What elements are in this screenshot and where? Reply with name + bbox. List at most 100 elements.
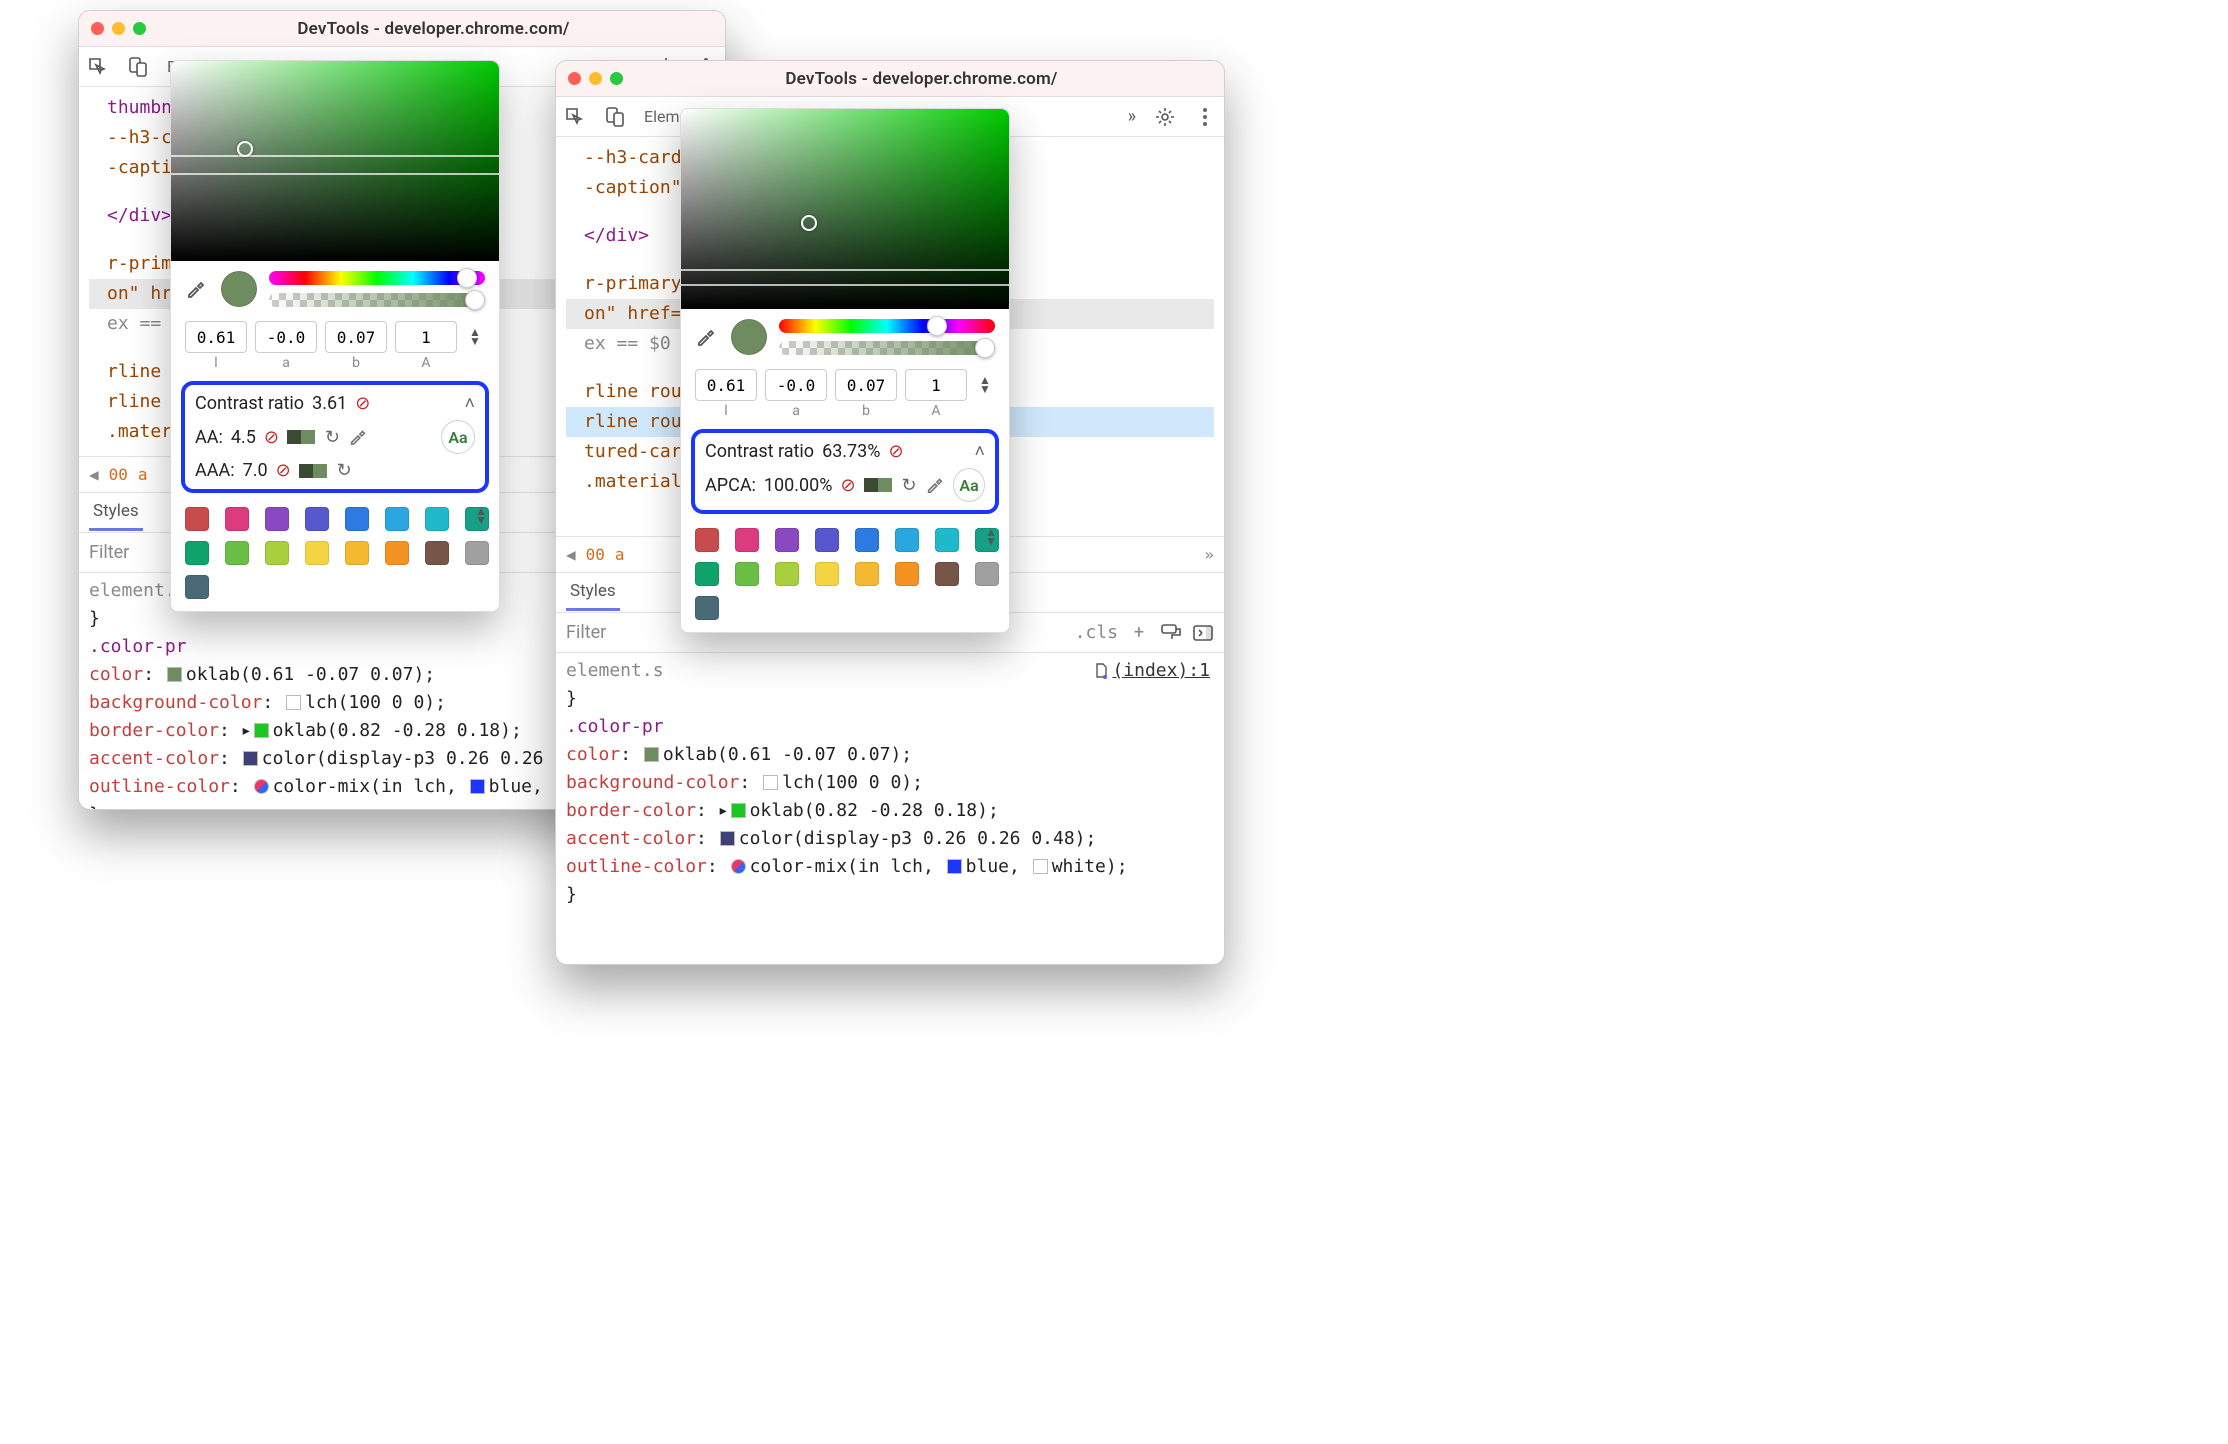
refresh-icon[interactable]: ↻	[325, 427, 340, 448]
css-rules[interactable]: element.s (index):1 } .color-pr color: o…	[556, 653, 1224, 913]
window-minimize-icon[interactable]	[589, 72, 602, 85]
palette-swatch[interactable]	[775, 562, 799, 586]
hue-slider[interactable]	[269, 271, 485, 285]
saturation-cursor[interactable]	[237, 141, 253, 157]
eyedropper-icon[interactable]	[185, 277, 209, 301]
window-close-icon[interactable]	[91, 22, 104, 35]
format-stepper[interactable]: ▲▼	[469, 328, 485, 346]
window-minimize-icon[interactable]	[112, 22, 125, 35]
eyedropper-icon[interactable]	[695, 325, 719, 349]
channel-alpha-input[interactable]	[395, 321, 457, 353]
channel-l-input[interactable]	[695, 369, 757, 401]
eyedropper-icon[interactable]	[925, 474, 946, 496]
swatch-icon[interactable]	[731, 859, 746, 874]
swatch-icon[interactable]	[254, 723, 269, 738]
source-link[interactable]: (index):1	[1094, 657, 1210, 685]
swatch-icon[interactable]	[1033, 859, 1048, 874]
panel-side-icon[interactable]	[1192, 622, 1214, 644]
saturation-field[interactable]	[171, 61, 499, 261]
current-color-swatch[interactable]	[221, 271, 257, 307]
swatch-icon[interactable]	[763, 775, 778, 790]
channel-l-input[interactable]	[185, 321, 247, 353]
swatch-pair-icon[interactable]	[864, 478, 892, 492]
palette-swatch[interactable]	[385, 507, 409, 531]
palette-swatch[interactable]	[695, 562, 719, 586]
window-zoom-icon[interactable]	[133, 22, 146, 35]
crumb-item[interactable]: a	[615, 545, 625, 564]
swatch-icon[interactable]	[254, 779, 269, 794]
palette-swatch[interactable]	[265, 507, 289, 531]
color-picker-popover[interactable]: ▲▼ l a b A Contrast ratio 3.61 ⊘ ˄ AA: 4…	[170, 60, 500, 612]
swatch-pair-icon[interactable]	[299, 464, 327, 478]
collapse-icon[interactable]: ˄	[974, 441, 985, 462]
palette-swatch[interactable]	[185, 507, 209, 531]
palette-swatch[interactable]	[185, 575, 209, 599]
palette-swatch[interactable]	[775, 528, 799, 552]
swatch-icon[interactable]	[470, 779, 485, 794]
crumb-prev-icon[interactable]: ◀	[89, 465, 99, 484]
filter-input[interactable]: Filter	[89, 542, 129, 563]
hue-slider[interactable]	[779, 319, 995, 333]
add-rule-icon[interactable]: +	[1128, 622, 1150, 644]
collapse-icon[interactable]: ˄	[464, 393, 475, 414]
channel-b-input[interactable]	[325, 321, 387, 353]
device-toggle-icon[interactable]	[127, 56, 149, 78]
color-picker-popover[interactable]: ▲▼ l a b A Contrast ratio 63.73% ⊘ ˄ APC…	[680, 108, 1010, 633]
refresh-icon[interactable]: ↻	[902, 475, 917, 496]
palette-stepper[interactable]: ▲▼	[475, 507, 487, 525]
palette-swatch[interactable]	[695, 528, 719, 552]
palette-stepper[interactable]: ▲▼	[985, 528, 997, 546]
swatch-icon[interactable]	[286, 695, 301, 710]
palette-swatch[interactable]	[935, 562, 959, 586]
palette-swatch[interactable]	[225, 507, 249, 531]
palette-swatch[interactable]	[225, 541, 249, 565]
palette-swatch[interactable]	[305, 541, 329, 565]
crumb-item[interactable]: a	[138, 465, 148, 484]
channel-a-input[interactable]	[765, 369, 827, 401]
swatch-icon[interactable]	[731, 803, 746, 818]
palette-swatch[interactable]	[815, 528, 839, 552]
tab-styles[interactable]: Styles	[566, 575, 620, 611]
swatch-pair-icon[interactable]	[287, 430, 315, 444]
swatch-icon[interactable]	[720, 831, 735, 846]
palette-swatch[interactable]	[975, 562, 999, 586]
swatch-icon[interactable]	[243, 751, 258, 766]
slider-thumb[interactable]	[975, 338, 995, 358]
palette-swatch[interactable]	[895, 528, 919, 552]
inspect-icon[interactable]	[87, 56, 109, 78]
palette-swatch[interactable]	[465, 541, 489, 565]
palette-swatch[interactable]	[345, 541, 369, 565]
palette-swatch[interactable]	[305, 507, 329, 531]
slider-thumb[interactable]	[465, 290, 485, 310]
device-toggle-icon[interactable]	[604, 106, 626, 128]
palette-swatch[interactable]	[735, 528, 759, 552]
saturation-field[interactable]	[681, 109, 1009, 309]
palette-swatch[interactable]	[185, 541, 209, 565]
overflow-chevron-icon[interactable]: »	[1128, 106, 1136, 127]
window-zoom-icon[interactable]	[610, 72, 623, 85]
swatch-icon[interactable]	[947, 859, 962, 874]
palette-swatch[interactable]	[855, 562, 879, 586]
format-stepper[interactable]: ▲▼	[979, 376, 995, 394]
palette-swatch[interactable]	[735, 562, 759, 586]
crumb-prev-icon[interactable]: ◀	[566, 545, 576, 564]
palette-swatch[interactable]	[345, 507, 369, 531]
crumb-item[interactable]: 00	[586, 545, 605, 564]
channel-b-input[interactable]	[835, 369, 897, 401]
kebab-menu-icon[interactable]	[1194, 106, 1216, 128]
refresh-icon[interactable]: ↻	[337, 460, 352, 481]
swatch-icon[interactable]	[167, 667, 182, 682]
crumb-item[interactable]: 00	[109, 465, 128, 484]
paint-icon[interactable]	[1160, 622, 1182, 644]
cls-toggle[interactable]: .cls	[1075, 622, 1118, 643]
palette-swatch[interactable]	[815, 562, 839, 586]
palette-swatch[interactable]	[695, 596, 719, 620]
channel-alpha-input[interactable]	[905, 369, 967, 401]
overflow-chevron-icon[interactable]: »	[1204, 545, 1214, 564]
palette-swatch[interactable]	[895, 562, 919, 586]
palette-swatch[interactable]	[425, 507, 449, 531]
alpha-slider[interactable]	[269, 293, 485, 307]
palette-swatch[interactable]	[265, 541, 289, 565]
saturation-cursor[interactable]	[801, 215, 817, 231]
palette-swatch[interactable]	[425, 541, 449, 565]
